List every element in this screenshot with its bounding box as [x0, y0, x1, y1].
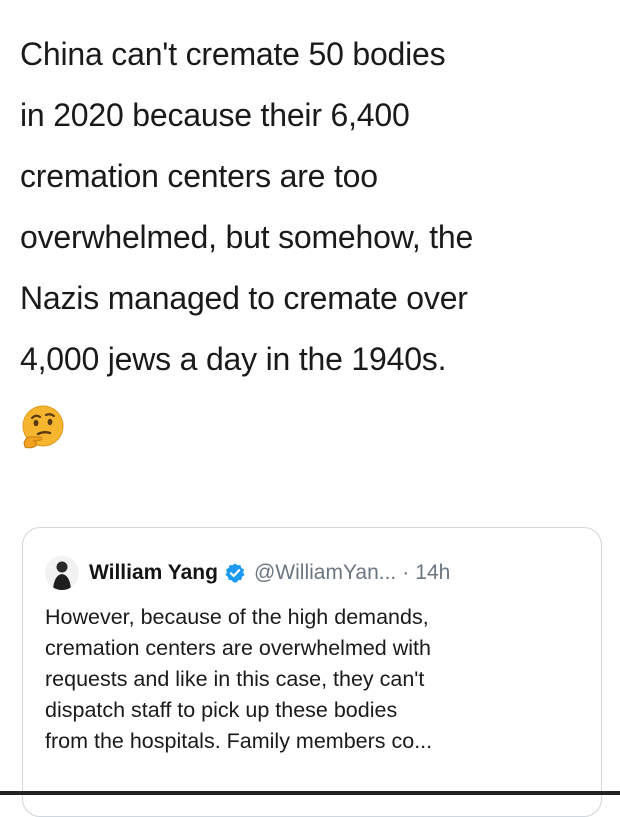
author-name[interactable]: William Yang: [89, 561, 218, 585]
quote-line: dispatch staff to pick up these bodies: [45, 698, 398, 722]
separator-dot: ·: [402, 561, 410, 584]
tweet-text: China can't cremate 50 bodies in 2020 be…: [20, 24, 610, 390]
tweet-line: overwhelmed, but somehow, the: [20, 219, 474, 255]
avatar[interactable]: [45, 556, 79, 590]
tweet-line: cremation centers are too: [20, 158, 378, 194]
tweet-line: in 2020 because their 6,400: [20, 97, 410, 133]
quoted-tweet-text: However, because of the high demands, cr…: [45, 602, 585, 757]
thinking-face-icon: [22, 405, 64, 449]
quote-line: requests and like in this case, they can…: [45, 667, 425, 691]
quoted-tweet-header: William Yang @WilliamYan... · 14h: [45, 554, 450, 592]
tweet-line: China can't cremate 50 bodies: [20, 36, 446, 72]
tweet-line: 4,000 jews a day in the 1940s.: [20, 341, 447, 377]
verified-badge-icon: [225, 563, 245, 583]
author-handle[interactable]: @WilliamYan...: [254, 561, 396, 585]
tweet-line: Nazis managed to cremate over: [20, 280, 468, 316]
tweet: China can't cremate 50 bodies in 2020 be…: [0, 0, 620, 817]
quote-line: However, because of the high demands,: [45, 605, 429, 629]
quote-line: cremation centers are overwhelmed with: [45, 636, 431, 660]
quoted-tweet-card[interactable]: William Yang @WilliamYan... · 14h Howeve…: [22, 527, 602, 817]
bottom-divider: [0, 791, 620, 795]
timestamp[interactable]: 14h: [415, 561, 450, 585]
quote-line: from the hospitals. Family members co...: [45, 729, 433, 753]
